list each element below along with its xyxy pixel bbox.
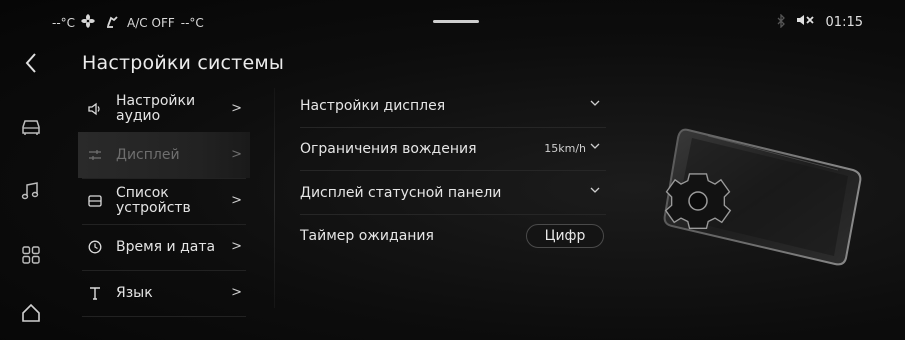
- row-label: Ограничения вождения: [300, 141, 477, 157]
- fan-icon: [81, 14, 95, 32]
- bluetooth-icon: [776, 12, 786, 31]
- screen: --°C A/C OFF --°C 01:15 Настройки систем…: [0, 0, 905, 340]
- submenu-item-time-date[interactable]: Время и дата >: [78, 224, 250, 270]
- clock-time: 01:15: [825, 14, 863, 30]
- back-icon[interactable]: [18, 50, 44, 76]
- sleep-timer-row: Таймер ожидания Цифр: [300, 214, 606, 258]
- apps-icon[interactable]: [18, 242, 44, 268]
- divider: [82, 316, 246, 317]
- submenu-label: Язык: [116, 284, 153, 301]
- climate-status[interactable]: --°C A/C OFF --°C: [52, 14, 204, 32]
- home-icon[interactable]: [18, 300, 44, 326]
- sleep-timer-toggle[interactable]: Цифр: [526, 224, 604, 248]
- text-icon: [84, 286, 106, 300]
- driving-limit-row[interactable]: Ограничения вождения 15km/h: [300, 127, 606, 171]
- seat-heat-icon: [105, 14, 121, 32]
- chevron-down-icon: [590, 96, 600, 110]
- submenu-item-devices[interactable]: Список устройств >: [78, 178, 250, 224]
- column-divider: [274, 88, 275, 308]
- clock-icon: [84, 240, 106, 254]
- submenu-label: Настройки аудио: [116, 93, 196, 124]
- chevron-right-icon: >: [231, 285, 242, 300]
- drawer-handle[interactable]: [433, 20, 479, 23]
- temp-left: --°C: [52, 16, 76, 30]
- row-label: Дисплей статусной панели: [300, 185, 502, 201]
- chevron-down-icon: [590, 183, 600, 197]
- chevron-right-icon: >: [231, 193, 242, 208]
- row-label: Настройки дисплея: [300, 98, 446, 114]
- music-icon[interactable]: [18, 178, 44, 204]
- status-bar-display-row[interactable]: Дисплей статусной панели: [300, 171, 606, 215]
- mute-icon: [796, 13, 816, 31]
- row-label: Таймер ожидания: [300, 228, 434, 244]
- status-bar: --°C A/C OFF --°C 01:15: [0, 0, 905, 42]
- system-status: 01:15: [776, 12, 863, 31]
- speaker-icon: [84, 102, 106, 116]
- device-list-icon: [84, 195, 106, 207]
- submenu-label: Дисплей: [116, 146, 180, 163]
- display-settings-row[interactable]: Настройки дисплея: [300, 84, 606, 128]
- submenu-item-display[interactable]: Дисплей >: [78, 132, 250, 178]
- chevron-down-icon: [590, 139, 600, 153]
- submenu-label: Время и дата: [116, 238, 216, 255]
- driving-limit-value: 15km/h: [544, 142, 586, 155]
- sliders-icon: [84, 149, 106, 161]
- ac-status: A/C OFF: [127, 16, 175, 30]
- chevron-right-icon: >: [231, 101, 242, 116]
- chevron-right-icon: >: [231, 147, 242, 162]
- page-title: Настройки системы: [82, 52, 285, 74]
- nav-rail: [0, 42, 60, 340]
- temp-right: --°C: [180, 16, 204, 30]
- chevron-right-icon: >: [231, 239, 242, 254]
- submenu-item-audio[interactable]: Настройки аудио >: [78, 86, 250, 132]
- display-illustration: [648, 118, 868, 278]
- submenu-item-language[interactable]: Язык >: [78, 270, 250, 316]
- submenu-label: Список устройств: [116, 185, 191, 216]
- car-icon[interactable]: [18, 114, 44, 140]
